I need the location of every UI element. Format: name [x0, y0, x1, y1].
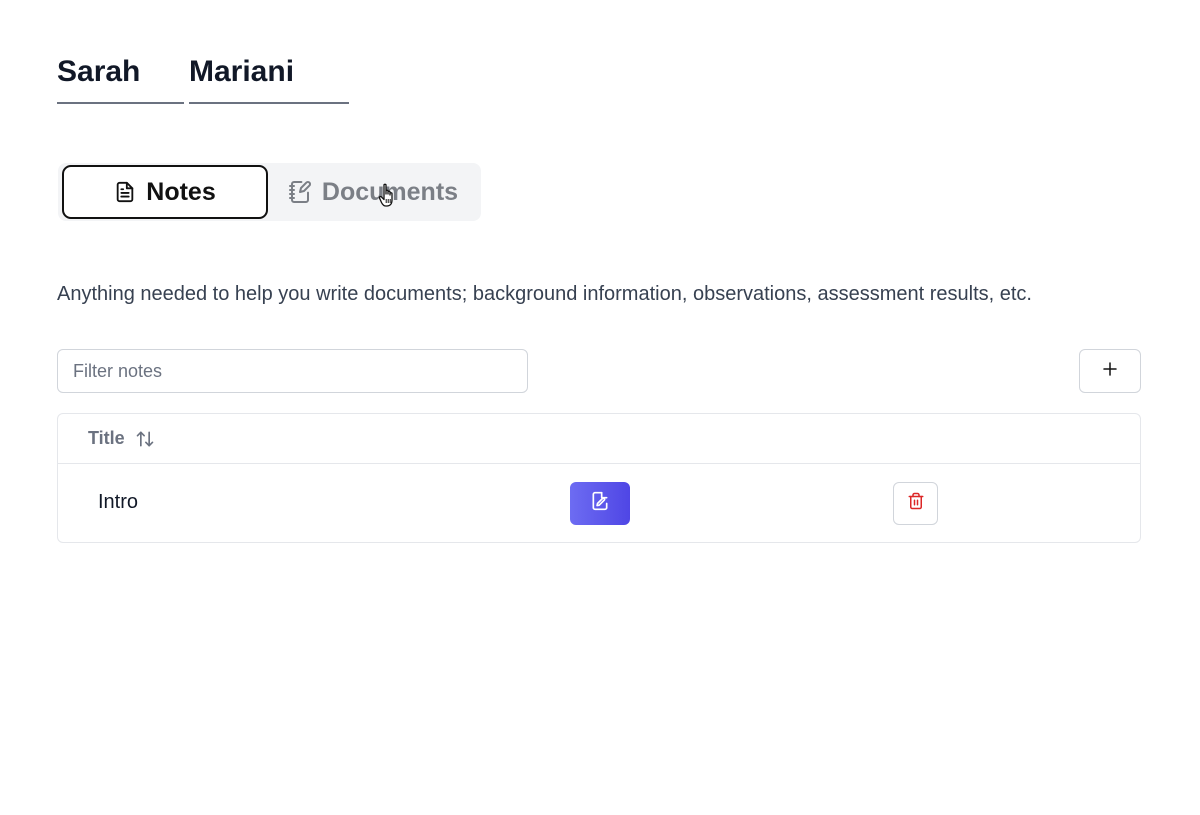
- file-text-icon: [114, 180, 136, 204]
- hand-pointer-cursor: [378, 183, 393, 207]
- person-name: Sarah Mariani: [57, 52, 349, 104]
- column-title-header: Title: [88, 428, 125, 448]
- first-name-field[interactable]: Sarah: [57, 52, 184, 104]
- tab-bar: Notes Documents: [58, 163, 481, 221]
- notes-table: Title Intro: [57, 413, 1141, 543]
- filter-notes-input[interactable]: [57, 349, 528, 393]
- edit-note-button[interactable]: [570, 482, 630, 525]
- last-name-field[interactable]: Mariani: [189, 52, 349, 104]
- plus-icon: [1101, 360, 1119, 383]
- delete-note-button[interactable]: [893, 482, 938, 525]
- table-header: Title: [58, 414, 1140, 464]
- notes-description: Anything needed to help you write docume…: [57, 283, 1032, 305]
- tab-notes-label: Notes: [146, 177, 216, 206]
- note-title[interactable]: Intro: [98, 491, 138, 514]
- table-row: Intro: [58, 464, 1140, 542]
- notebook-pen-icon: [288, 180, 312, 204]
- add-note-button[interactable]: [1079, 349, 1141, 393]
- edit-icon: [590, 491, 610, 516]
- tab-notes[interactable]: Notes: [62, 165, 268, 219]
- trash-icon: [907, 491, 925, 516]
- sort-arrows-icon[interactable]: [135, 429, 155, 449]
- tab-documents[interactable]: Documents: [268, 165, 478, 219]
